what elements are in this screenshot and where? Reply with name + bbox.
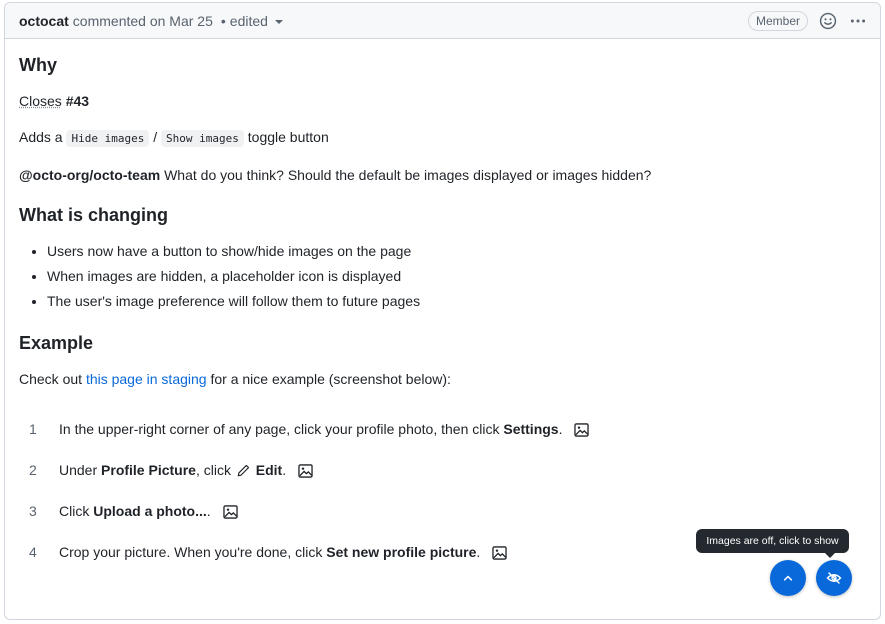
step-plain: Click — [59, 502, 90, 519]
step-period: . — [558, 420, 563, 437]
code-show-images: Show images — [161, 130, 244, 147]
step-period: . — [476, 543, 481, 560]
scroll-top-button[interactable] — [770, 560, 806, 596]
step-item: 1 In the upper-right corner of any page,… — [19, 419, 866, 439]
step-text: Crop your picture. When you're done, cli… — [59, 544, 507, 560]
code-hide-images: Hide images — [66, 130, 150, 147]
step-plain: In the upper-right corner of any page, c… — [59, 420, 500, 437]
slash-separator: / — [153, 129, 158, 145]
issue-link[interactable]: #43 — [66, 93, 89, 109]
step-period: . — [206, 502, 211, 519]
arrow-up-icon — [782, 572, 794, 584]
images-off-tooltip: Images are off, click to show — [696, 529, 849, 558]
header-actions: Member — [747, 10, 868, 31]
step-number: 1 — [29, 421, 37, 437]
step-number: 4 — [29, 544, 37, 560]
why-heading: Why — [19, 55, 57, 75]
step-period: . — [282, 461, 287, 478]
member-badge: Member — [747, 10, 808, 31]
step-number: 3 — [29, 503, 37, 519]
closes-paragraph: Closes #43 — [19, 91, 866, 111]
list-item: The user's image preference will follow … — [47, 291, 866, 311]
edited-dropdown[interactable]: edited — [230, 13, 283, 29]
checkout-prefix: Check out — [19, 371, 83, 387]
smiley-icon[interactable] — [818, 11, 838, 31]
toggle-images-button[interactable] — [816, 560, 852, 596]
image-icon[interactable] — [298, 464, 313, 478]
separator-dot: • — [220, 12, 226, 29]
step-number: 2 — [29, 462, 37, 478]
question-paragraph: @octo-org/octo-team What do you think? S… — [19, 165, 866, 185]
step-bold: Upload a photo... — [93, 502, 207, 519]
comment-header: octocat commented on Mar 25 • edited Mem… — [5, 3, 880, 39]
chevron-down-icon — [274, 19, 283, 24]
pencil-icon — [237, 464, 250, 477]
question-text: What do you think? Should the default be… — [164, 167, 652, 183]
edited-label: edited — [229, 12, 268, 29]
changing-heading: What is changing — [19, 205, 169, 225]
comment-card: octocat commented on Mar 25 • edited Mem… — [4, 2, 881, 620]
list-item: Users now have a button to show/hide ima… — [47, 241, 866, 261]
step-plain: , click — [195, 461, 231, 478]
checkout-suffix: for a nice example (screenshot below): — [210, 371, 451, 387]
adds-prefix: Adds a — [19, 129, 63, 145]
team-mention[interactable]: @octo-org/octo-team — [19, 167, 160, 183]
kebab-icon[interactable] — [848, 11, 868, 31]
checkout-paragraph: Check out this page in staging for a nic… — [19, 369, 866, 389]
example-heading: Example — [19, 333, 94, 353]
step-bold: Edit — [255, 461, 283, 478]
author-link[interactable]: octocat — [19, 13, 69, 29]
step-item: 2 Under Profile Picture, click Edit. — [19, 460, 866, 480]
step-plain: Under — [59, 461, 98, 478]
eye-closed-icon — [826, 570, 842, 586]
step-text: In the upper-right corner of any page, c… — [59, 420, 590, 437]
step-bold: Profile Picture — [101, 461, 196, 478]
staging-link[interactable]: this page in staging — [86, 371, 207, 387]
list-item: When images are hidden, a placeholder ic… — [47, 266, 866, 286]
comment-body: Why Closes #43 Adds a Hide images / Show… — [5, 39, 880, 562]
image-icon[interactable] — [492, 546, 507, 560]
image-icon[interactable] — [222, 505, 238, 519]
step-plain: Crop your picture. When you're done, cli… — [59, 543, 323, 560]
comment-timestamp[interactable]: commented on Mar 25 — [73, 13, 213, 29]
adds-suffix: toggle button — [247, 129, 329, 145]
closes-link[interactable]: Closes — [19, 93, 62, 109]
step-bold: Settings — [503, 420, 559, 437]
step-bold: Set new profile picture — [326, 543, 477, 560]
step-text: Under Profile Picture, click Edit. — [59, 462, 313, 478]
image-icon[interactable] — [574, 423, 590, 437]
step-text: Click Upload a photo.... — [59, 503, 238, 519]
changes-list: Users now have a button to show/hide ima… — [19, 241, 866, 311]
adds-paragraph: Adds a Hide images / Show images toggle … — [19, 127, 866, 149]
step-item: 3 Click Upload a photo.... — [19, 501, 866, 521]
